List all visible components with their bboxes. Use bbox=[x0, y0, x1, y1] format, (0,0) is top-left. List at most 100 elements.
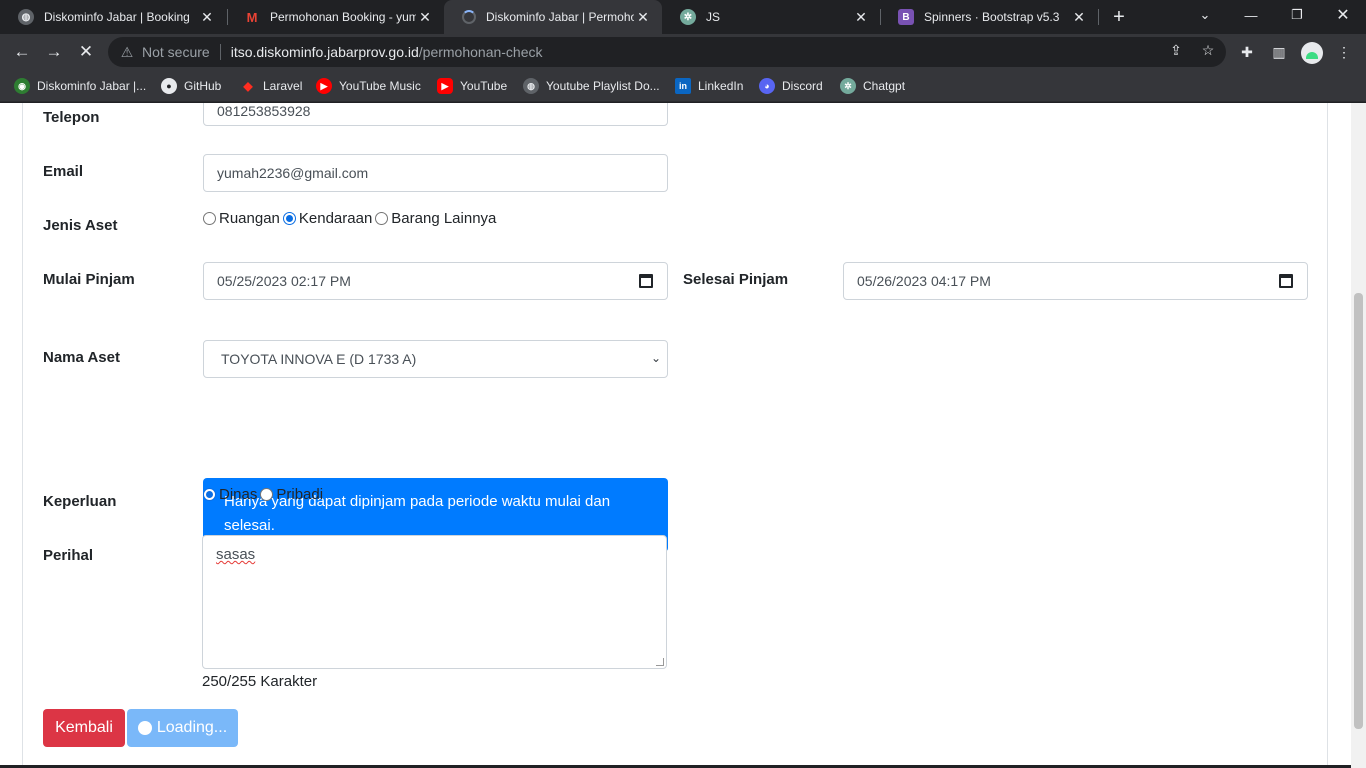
mulai-pinjam-value: 05/25/2023 02:17 PM bbox=[217, 273, 351, 289]
bookmarks-bar: ◉ Diskominfo Jabar |... ● GitHub ◆ Larav… bbox=[0, 70, 1366, 102]
tab-title: Diskominfo Jabar | Booking bbox=[44, 10, 190, 24]
chevron-down-icon: ⌄ bbox=[650, 351, 661, 365]
kembali-button[interactable]: Kembali bbox=[43, 709, 125, 747]
bookmark-label: Laravel bbox=[263, 79, 303, 93]
chatgpt-icon: ✲ bbox=[680, 9, 696, 25]
globe-icon: ◍ bbox=[523, 78, 539, 94]
calendar-icon[interactable] bbox=[639, 274, 653, 288]
chatgpt-icon: ✲ bbox=[840, 78, 856, 94]
tab-search-icon[interactable]: ⌄ bbox=[1192, 4, 1218, 26]
youtube-icon: ▶ bbox=[437, 78, 453, 94]
github-icon: ● bbox=[161, 78, 177, 94]
resize-handle-icon[interactable] bbox=[656, 658, 664, 666]
close-icon[interactable]: ✕ bbox=[634, 8, 652, 26]
radio-ruangan[interactable] bbox=[203, 212, 216, 225]
bookmark-youtube[interactable]: ▶ YouTube bbox=[437, 76, 507, 96]
bootstrap-icon: B bbox=[898, 9, 914, 25]
page-scrollbar[interactable] bbox=[1351, 103, 1366, 768]
share-icon[interactable]: ⇪ bbox=[1166, 40, 1186, 60]
mulai-pinjam-datetime-input[interactable]: 05/25/2023 02:17 PM bbox=[203, 262, 668, 300]
loading-submit-button[interactable]: Loading... bbox=[127, 709, 238, 747]
radio-pribadi[interactable] bbox=[260, 488, 274, 501]
bookmark-laravel[interactable]: ◆ Laravel bbox=[240, 76, 302, 96]
minimize-icon[interactable]: — bbox=[1238, 4, 1264, 26]
radio-label-kendaraan: Kendaraan bbox=[298, 210, 373, 227]
tab-title: Diskominfo Jabar | Permohon bbox=[486, 10, 634, 24]
radio-label-ruangan: Ruangan bbox=[219, 210, 280, 227]
restore-icon[interactable]: ❐ bbox=[1284, 4, 1310, 26]
close-icon[interactable]: ✕ bbox=[852, 8, 870, 26]
globe-icon: ◍ bbox=[18, 9, 34, 25]
kebab-menu-icon[interactable]: ⋮ bbox=[1334, 42, 1354, 62]
extensions-icon[interactable]: ✚ bbox=[1237, 42, 1257, 62]
loading-label: Loading... bbox=[156, 719, 228, 736]
radio-kendaraan[interactable] bbox=[282, 212, 296, 225]
new-tab-button[interactable]: + bbox=[1108, 6, 1130, 28]
profile-avatar[interactable] bbox=[1301, 42, 1323, 64]
stop-loading-icon[interactable]: ✕ bbox=[73, 39, 99, 65]
bookmark-label: YouTube Music bbox=[339, 79, 421, 93]
close-icon[interactable]: ✕ bbox=[198, 8, 216, 26]
scrollbar-thumb[interactable] bbox=[1354, 293, 1363, 729]
close-icon[interactable]: ✕ bbox=[416, 8, 434, 26]
discord-icon: ◕ bbox=[759, 78, 775, 94]
perihal-text: sasas bbox=[216, 546, 256, 563]
email-label: Email bbox=[43, 163, 84, 180]
window-close-icon[interactable]: ✕ bbox=[1330, 4, 1356, 26]
telepon-input[interactable]: 081253853928 bbox=[203, 103, 668, 126]
nama-aset-label: Nama Aset bbox=[43, 349, 120, 366]
selesai-pinjam-datetime-input[interactable]: 05/26/2023 04:17 PM bbox=[843, 262, 1308, 300]
side-panel-icon[interactable]: ▥ bbox=[1269, 42, 1289, 62]
telepon-label: Telepon bbox=[43, 109, 100, 126]
bookmark-discord[interactable]: ◕ Discord bbox=[759, 76, 823, 96]
bookmark-github[interactable]: ● GitHub bbox=[161, 76, 221, 96]
browser-tab-2[interactable]: M Permohonan Booking - yuma ✕ bbox=[226, 0, 444, 34]
bookmark-youtube-playlist[interactable]: ◍ Youtube Playlist Do... bbox=[523, 76, 660, 96]
warning-triangle-icon[interactable]: ⚠ bbox=[118, 43, 136, 61]
radio-label-dinas: Dinas bbox=[219, 486, 258, 503]
url-path[interactable]: /permohonan-check bbox=[419, 44, 543, 60]
security-label[interactable]: Not secure bbox=[142, 44, 210, 60]
calendar-icon[interactable] bbox=[1279, 274, 1293, 288]
laravel-icon: ◆ bbox=[243, 79, 253, 93]
bookmark-linkedin[interactable]: in LinkedIn bbox=[675, 76, 743, 96]
character-counter: 250/255 Karakter bbox=[202, 673, 318, 690]
bookmark-chatgpt[interactable]: ✲ Chatgpt bbox=[840, 76, 905, 96]
bookmark-label: Chatgpt bbox=[863, 79, 906, 93]
bookmark-youtube-music[interactable]: ▶ YouTube Music bbox=[316, 76, 421, 96]
tab-title: JS bbox=[706, 10, 721, 24]
diskominfo-icon: ◉ bbox=[14, 78, 30, 94]
url-host[interactable]: itso.diskominfo.jabarprov.go.id bbox=[231, 44, 419, 60]
address-bar[interactable]: ⚠ Not secure itso.diskominfo.jabarprov.g… bbox=[108, 37, 1226, 67]
radio-label-pribadi: Pribadi bbox=[276, 486, 324, 503]
jenis-aset-label: Jenis Aset bbox=[43, 217, 118, 234]
tab-strip: ◍ Diskominfo Jabar | Booking ✕ M Permoho… bbox=[0, 0, 1366, 34]
bookmark-diskominfo[interactable]: ◉ Diskominfo Jabar |... bbox=[14, 76, 146, 96]
browser-tab-1[interactable]: ◍ Diskominfo Jabar | Booking ✕ bbox=[0, 0, 226, 34]
close-icon[interactable]: ✕ bbox=[1070, 8, 1088, 26]
linkedin-icon: in bbox=[675, 78, 691, 94]
bookmark-label: Diskominfo Jabar |... bbox=[37, 79, 147, 93]
browser-tab-4[interactable]: ✲ JS ✕ bbox=[662, 0, 880, 34]
keperluan-label: Keperluan bbox=[43, 493, 117, 510]
email-input[interactable]: yumah2236@gmail.com bbox=[203, 154, 668, 192]
bookmark-star-icon[interactable]: ☆ bbox=[1198, 40, 1218, 60]
nama-aset-select[interactable]: TOYOTA INNOVA E (D 1733 A) ⌄ bbox=[203, 340, 668, 378]
loading-spinner-icon bbox=[462, 10, 476, 24]
tab-title: Permohonan Booking - yuma bbox=[270, 10, 416, 24]
spinner-icon bbox=[137, 721, 152, 735]
address-divider bbox=[219, 44, 221, 60]
nama-aset-selected-value: TOYOTA INNOVA E (D 1733 A) bbox=[221, 351, 417, 367]
bookmark-label: YouTube bbox=[460, 79, 508, 93]
browser-tab-3-active[interactable]: Diskominfo Jabar | Permohon ✕ bbox=[444, 0, 662, 34]
selesai-pinjam-label: Selesai Pinjam bbox=[683, 271, 789, 288]
radio-dinas[interactable] bbox=[203, 488, 216, 501]
bookmark-label: Discord bbox=[782, 79, 823, 93]
browser-tab-5[interactable]: B Spinners · Bootstrap v5.3 ✕ bbox=[880, 0, 1098, 34]
tab-title: Spinners · Bootstrap v5.3 bbox=[924, 10, 1060, 24]
android-icon bbox=[1306, 51, 1318, 59]
radio-barang-lainnya[interactable] bbox=[375, 212, 389, 225]
back-arrow-icon[interactable]: ← bbox=[9, 39, 35, 65]
perihal-textarea[interactable]: sasas bbox=[202, 535, 667, 669]
forward-arrow-icon[interactable]: → bbox=[41, 39, 67, 65]
